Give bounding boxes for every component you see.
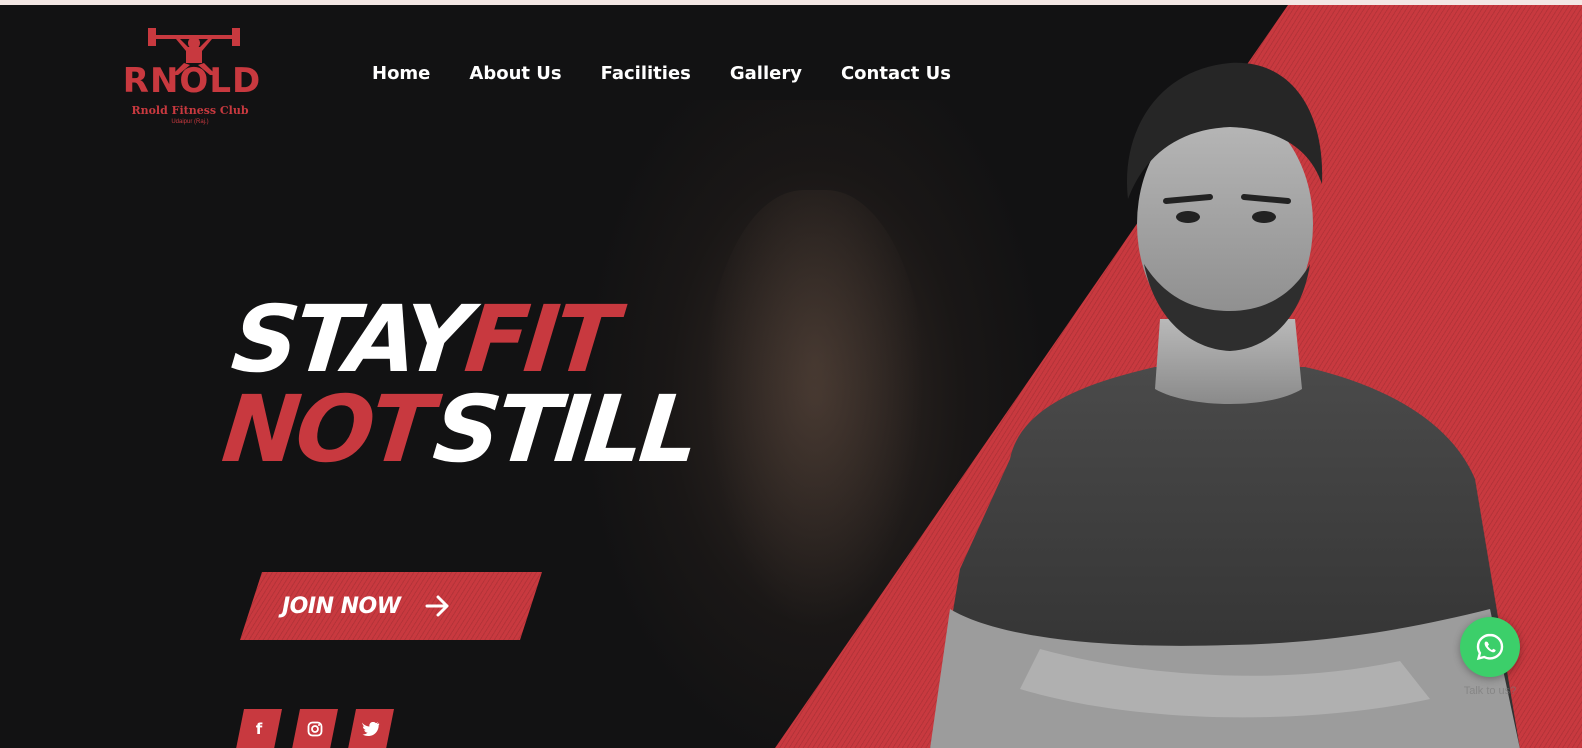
- whatsapp-caption: Talk to us?: [1463, 685, 1517, 697]
- instagram-link[interactable]: [292, 709, 338, 748]
- instagram-icon: [307, 721, 323, 737]
- hero-section: RNOLD Rnold Fitness Club Udaipur (Raj.) …: [0, 5, 1582, 748]
- nav-facilities[interactable]: Facilities: [601, 63, 691, 84]
- facebook-icon: f: [255, 720, 263, 738]
- headline-line-1: STAYFIT: [227, 286, 709, 393]
- join-now-button[interactable]: JOIN NOW: [240, 572, 542, 640]
- nav-home[interactable]: Home: [372, 63, 430, 84]
- nav-about-us[interactable]: About Us: [469, 63, 561, 84]
- whatsapp-icon: [1476, 633, 1504, 661]
- hero-headline: STAYFIT NOT STILL: [218, 286, 710, 483]
- social-links: f: [236, 709, 394, 748]
- headline-not: NOT: [217, 376, 435, 483]
- arrow-right-icon: [425, 595, 449, 617]
- twitter-link[interactable]: [348, 709, 394, 748]
- whatsapp-button[interactable]: [1460, 617, 1520, 677]
- nav-gallery[interactable]: Gallery: [730, 63, 802, 84]
- headline-line-2: NOT STILL: [218, 376, 701, 483]
- join-now-label: JOIN NOW: [282, 593, 401, 619]
- logo[interactable]: RNOLD Rnold Fitness Club Udaipur (Raj.): [112, 27, 272, 137]
- headline-still: STILL: [428, 376, 701, 483]
- logo-club-name: Rnold Fitness Club: [131, 104, 249, 117]
- logo-city: Udaipur (Raj.): [171, 119, 209, 125]
- athlete-torso: [705, 190, 925, 630]
- twitter-icon: [362, 721, 380, 736]
- main-nav: Home About Us Facilities Gallery Contact…: [372, 63, 951, 84]
- logo-wordmark: RNOLD: [122, 61, 262, 101]
- facebook-link[interactable]: f: [236, 709, 282, 748]
- trainer-photo: [930, 62, 1520, 748]
